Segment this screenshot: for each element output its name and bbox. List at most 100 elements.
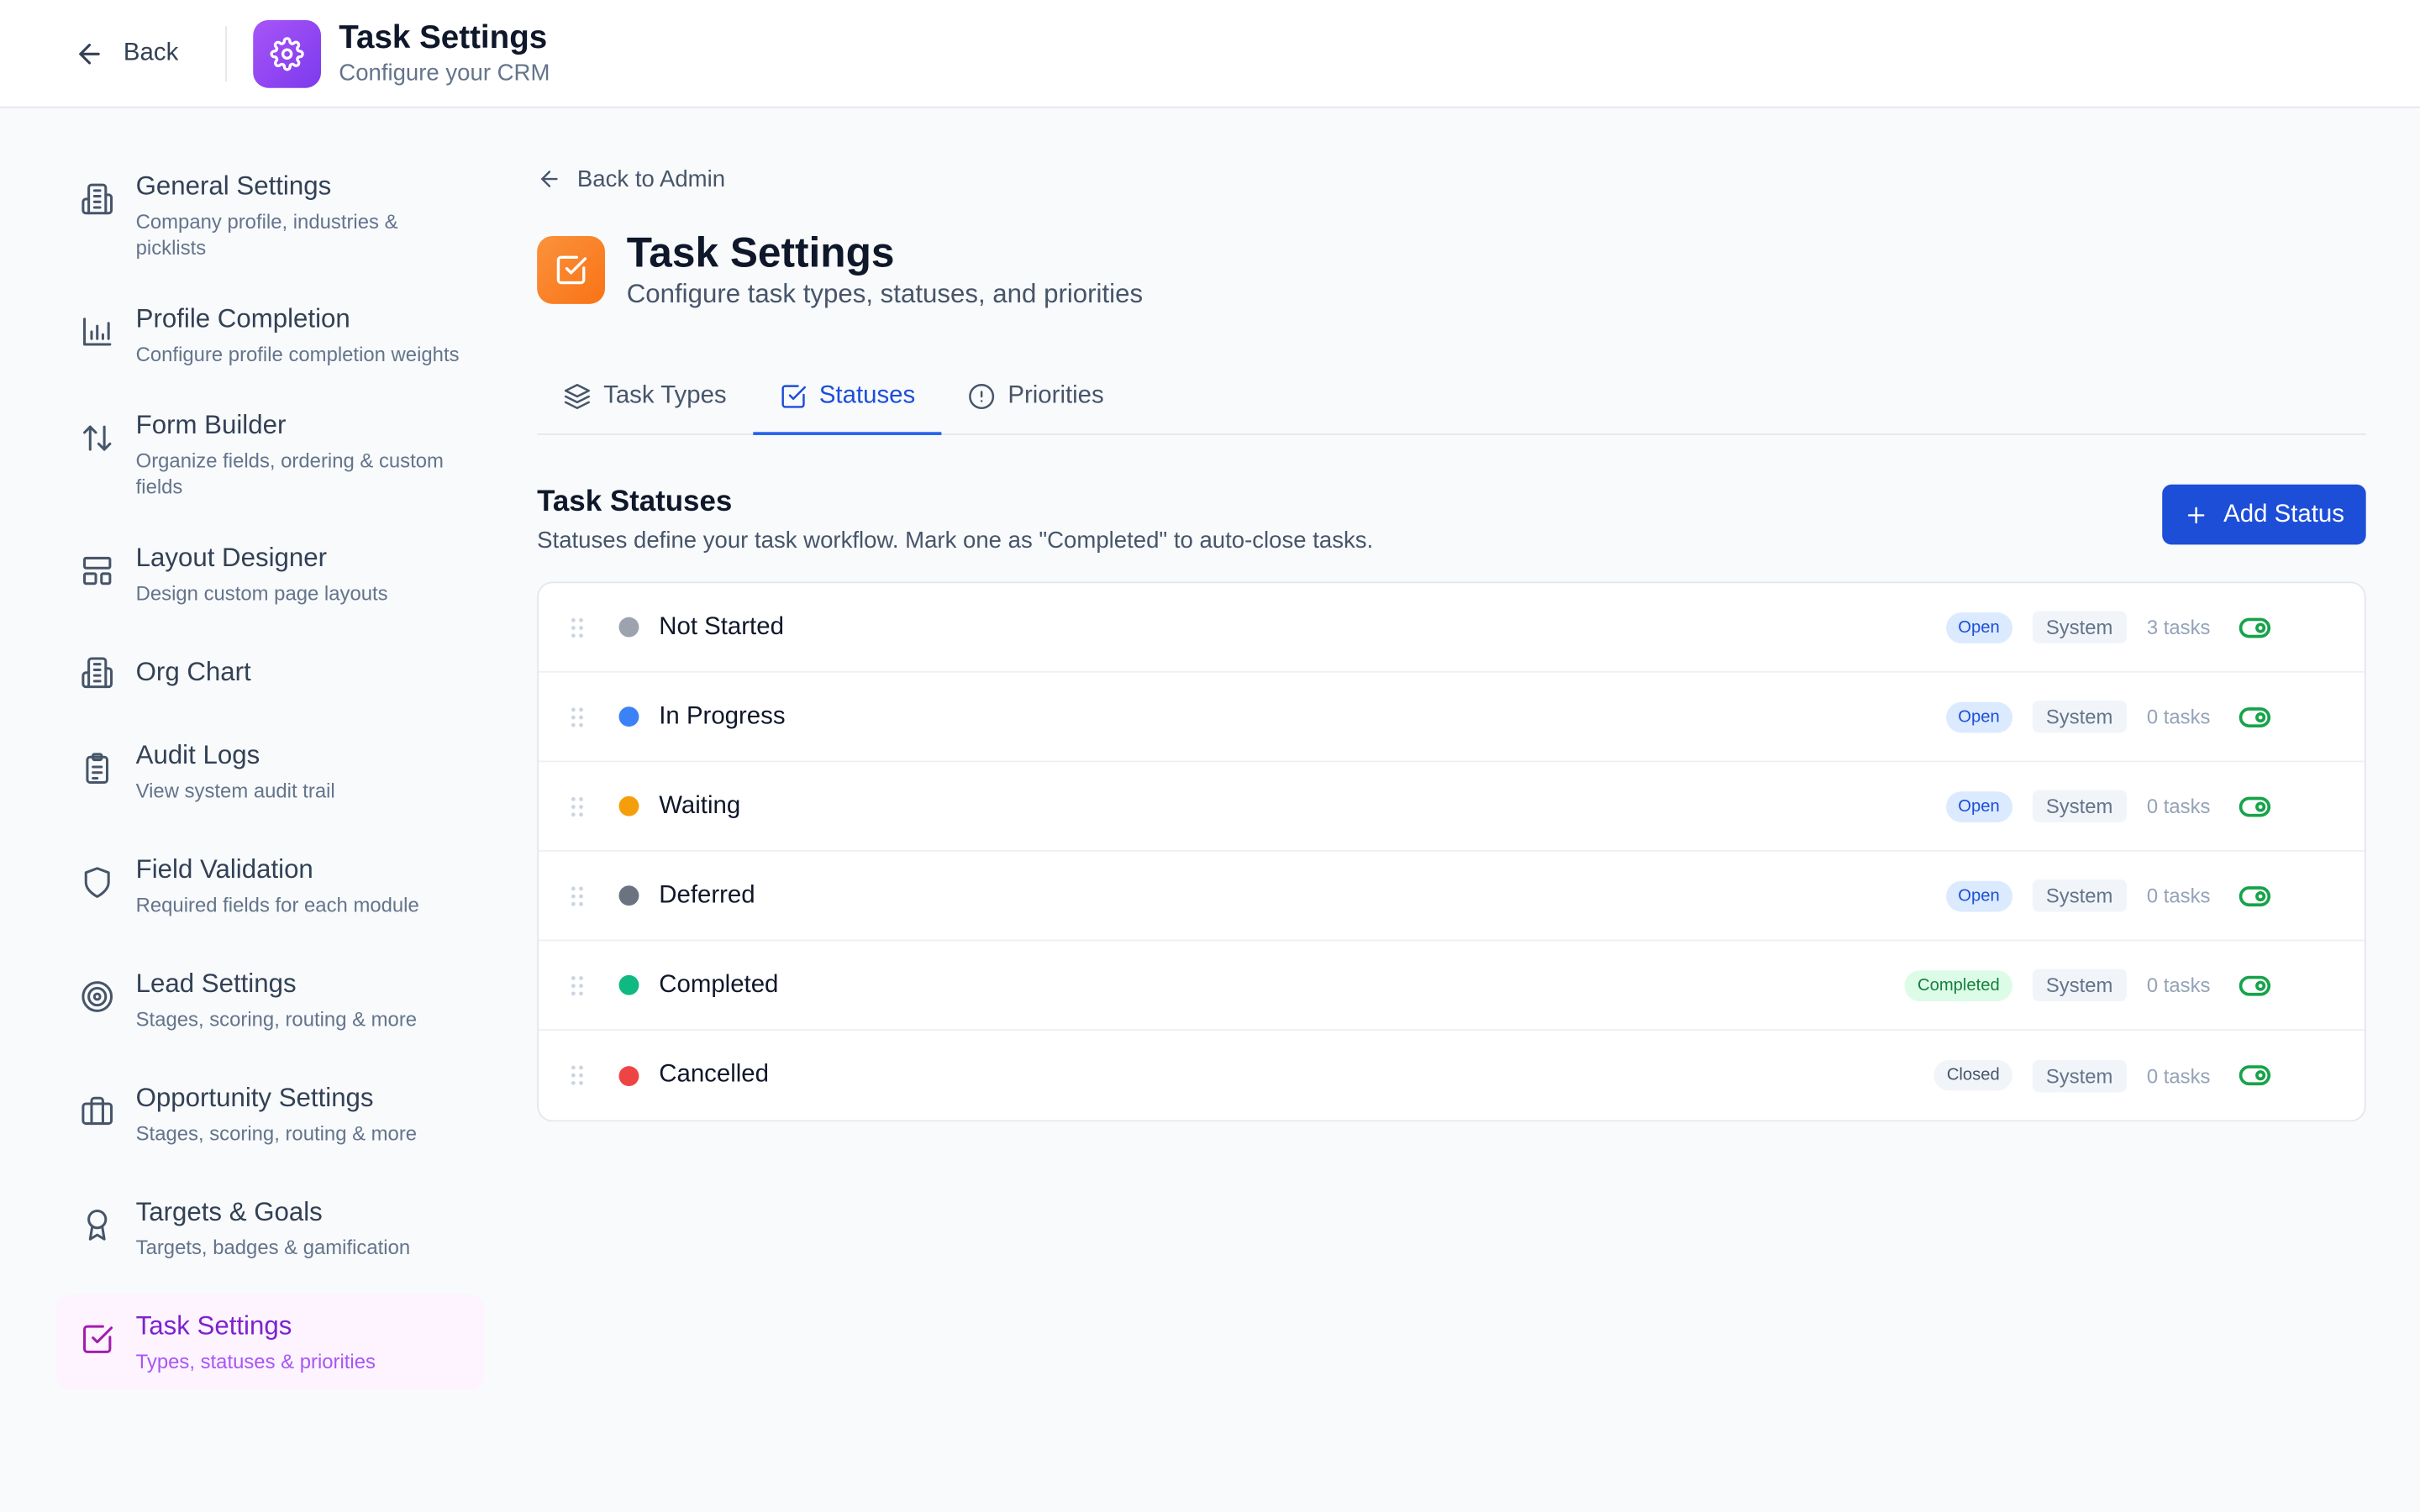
sidebar-item-label: Lead Settings <box>135 969 297 999</box>
page-title: Task Settings <box>626 229 895 276</box>
sidebar-item-profile-completion[interactable]: Profile Completion Configure profile com… <box>55 287 485 383</box>
sidebar-item-audit-logs[interactable]: Audit Logs View system audit trail <box>55 723 485 819</box>
sidebar-item-label: General Settings <box>135 171 332 201</box>
back-to-admin-label: Back to Admin <box>576 165 726 192</box>
target-icon <box>81 979 114 1013</box>
status-row: Deferred Open System 0 tasks <box>539 852 2365 942</box>
sidebar-item-field-validation[interactable]: Field Validation Required fields for eac… <box>55 837 485 933</box>
page-icon <box>537 236 605 304</box>
task-count: 0 tasks <box>2146 1063 2211 1087</box>
sidebar-item-desc: Stages, scoring, routing & more <box>135 1007 418 1031</box>
drag-handle-icon[interactable] <box>570 706 585 727</box>
building-icon <box>81 656 114 690</box>
toggle-on-icon[interactable] <box>2238 1058 2271 1092</box>
divider <box>224 25 227 81</box>
tab-task-types[interactable]: Task Types <box>537 358 753 433</box>
app-title: Task Settings <box>339 18 548 55</box>
system-badge: System <box>2032 1058 2127 1092</box>
task-count: 0 tasks <box>2146 794 2211 818</box>
drag-handle-icon[interactable] <box>570 617 585 638</box>
toggle-on-icon[interactable] <box>2238 969 2271 1002</box>
shield-icon <box>81 865 114 899</box>
status-type-badge: Open <box>1945 790 2012 822</box>
sidebar-item-desc: Company profile, industries & picklists <box>135 209 398 260</box>
check-square-icon <box>81 1322 114 1356</box>
status-row: In Progress Open System 0 tasks <box>539 673 2365 763</box>
system-badge: System <box>2032 700 2127 733</box>
sidebar-item-desc: Organize fields, ordering & custom field… <box>135 449 444 499</box>
tab-priorities[interactable]: Priorities <box>941 358 1130 433</box>
tab-label: Priorities <box>1007 381 1104 408</box>
section-description: Statuses define your task workflow. Mark… <box>537 528 1374 554</box>
sidebar-item-label: Audit Logs <box>135 740 260 770</box>
system-badge: System <box>2032 611 2127 643</box>
add-status-button[interactable]: Add Status <box>2161 484 2366 545</box>
drag-handle-icon[interactable] <box>570 1064 585 1086</box>
status-type-badge: Open <box>1945 612 2012 643</box>
toggle-on-icon[interactable] <box>2238 610 2271 643</box>
status-row: Not Started Open System 3 tasks <box>539 583 2365 673</box>
system-badge: System <box>2032 879 2127 912</box>
section-header: Task Statuses Statuses define your task … <box>537 484 2366 557</box>
tab-bar: Task Types Statuses Priorities <box>537 358 2366 435</box>
layout-icon <box>81 554 114 587</box>
page-header: Task Settings Configure task types, stat… <box>537 228 2365 312</box>
status-name: Not Started <box>659 613 784 640</box>
status-color-dot <box>618 617 639 638</box>
status-name: Deferred <box>659 881 755 908</box>
sidebar-item-desc: View system audit trail <box>135 779 335 803</box>
arrow-left-icon <box>79 43 100 64</box>
sidebar-item-form-builder[interactable]: Form Builder Organize fields, ordering &… <box>55 393 485 515</box>
check-square-icon <box>556 255 587 285</box>
award-icon <box>81 1208 114 1242</box>
gear-icon <box>269 36 303 71</box>
sidebar-item-label: Opportunity Settings <box>135 1083 374 1113</box>
status-type-badge: Open <box>1945 879 2012 911</box>
arrow-left-icon <box>541 171 558 187</box>
status-name: In Progress <box>659 702 786 729</box>
status-name: Waiting <box>659 792 741 819</box>
alert-circle-icon <box>969 383 995 409</box>
toggle-on-icon[interactable] <box>2238 700 2271 733</box>
sidebar-item-desc: Targets, badges & gamification <box>135 1236 411 1259</box>
sidebar-item-lead-settings[interactable]: Lead Settings Stages, scoring, routing &… <box>55 952 485 1047</box>
back-label: Back <box>123 39 179 66</box>
sidebar-item-opportunity-settings[interactable]: Opportunity Settings Stages, scoring, ro… <box>55 1066 485 1162</box>
toggle-on-icon[interactable] <box>2238 789 2271 822</box>
drag-handle-icon[interactable] <box>570 795 585 817</box>
status-color-dot <box>618 795 639 816</box>
sidebar-item-general-settings[interactable]: General Settings Company profile, indust… <box>55 155 485 276</box>
tab-statuses[interactable]: Statuses <box>752 358 942 435</box>
system-badge: System <box>2032 790 2127 822</box>
layers-icon <box>564 383 590 409</box>
drag-handle-icon[interactable] <box>570 974 585 996</box>
sidebar-item-task-settings[interactable]: Task Settings Types, statuses & prioriti… <box>55 1294 485 1390</box>
task-count: 0 tasks <box>2146 884 2211 907</box>
briefcase-icon <box>81 1094 114 1127</box>
status-row: Cancelled Closed System 0 tasks <box>539 1031 2365 1121</box>
sidebar-item-label: Targets & Goals <box>135 1197 323 1227</box>
drag-handle-icon[interactable] <box>570 885 585 906</box>
tab-label: Statuses <box>818 381 916 408</box>
sidebar-item-org-chart[interactable]: Org Chart <box>55 640 485 705</box>
task-count: 0 tasks <box>2146 705 2211 728</box>
sidebar-item-label: Profile Completion <box>135 303 350 333</box>
tab-label: Task Types <box>603 381 727 408</box>
sidebar-item-targets-goals[interactable]: Targets & Goals Targets, badges & gamifi… <box>55 1180 485 1276</box>
status-color-dot <box>618 706 639 727</box>
top-bar: Back Task Settings Configure your CRM <box>0 0 2420 108</box>
app-subtitle: Configure your CRM <box>339 59 550 86</box>
building-icon <box>81 182 114 216</box>
system-badge: System <box>2032 969 2127 1002</box>
toggle-on-icon[interactable] <box>2238 879 2271 912</box>
back-button[interactable]: Back <box>74 23 178 84</box>
status-row: Waiting Open System 0 tasks <box>539 762 2365 852</box>
back-to-admin-link[interactable]: Back to Admin <box>537 155 2365 204</box>
sidebar-item-label: Layout Designer <box>135 543 328 573</box>
sidebar-item-layout-designer[interactable]: Layout Designer Design custom page layou… <box>55 526 485 622</box>
status-color-dot <box>618 885 639 906</box>
add-status-label: Add Status <box>2223 501 2344 528</box>
sidebar-item-desc: Types, statuses & priorities <box>135 1350 376 1373</box>
status-name: Cancelled <box>659 1061 769 1088</box>
sidebar-item-label: Field Validation <box>135 854 313 885</box>
